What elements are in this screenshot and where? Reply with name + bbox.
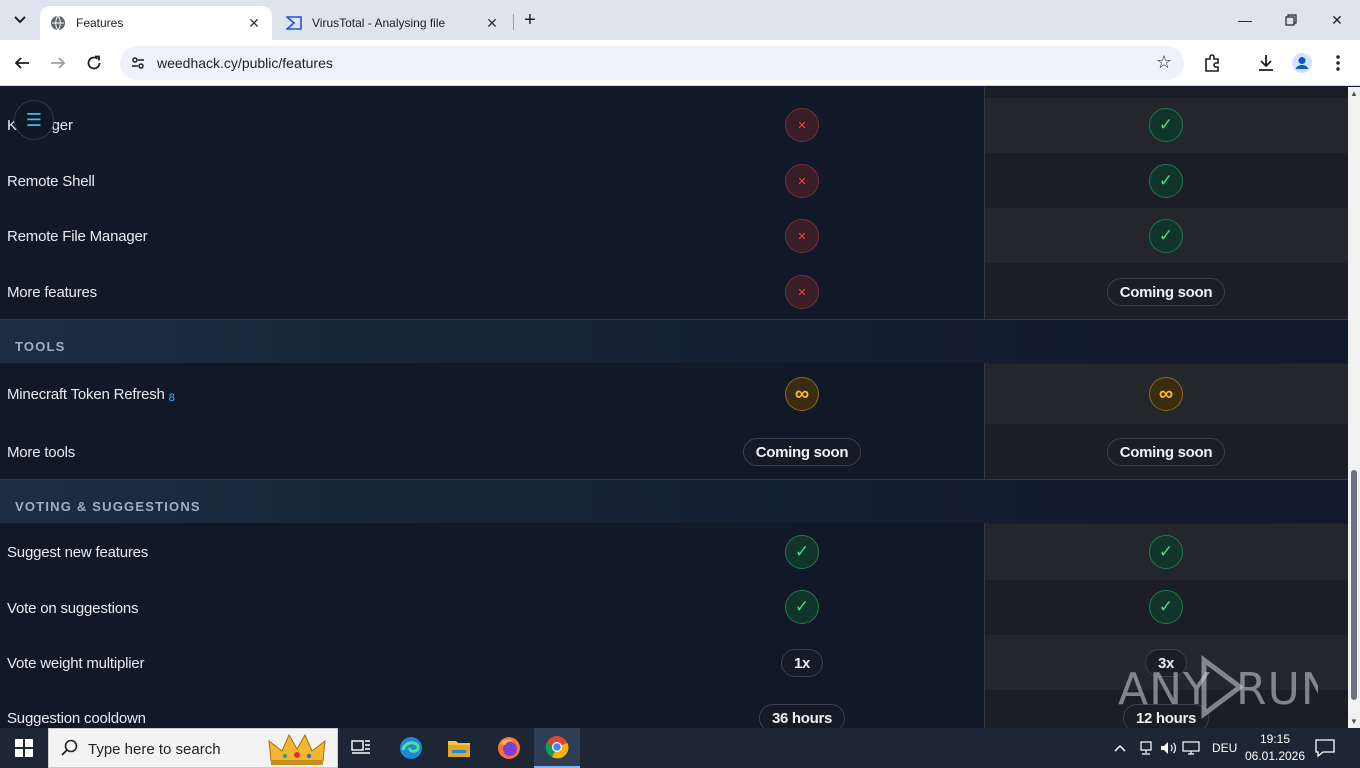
page-scrollbar[interactable]: ▲ ▼ (1348, 87, 1360, 728)
unavailable-x-icon: ✕ (785, 219, 819, 253)
feature-label: Remote Shell (7, 173, 95, 190)
tab-virustotal[interactable]: VirusTotal - Analysing file ✕ (276, 6, 510, 40)
feature-row-suggest-new-features: Suggest new features ✓ ✓ (0, 524, 1348, 580)
back-icon[interactable] (8, 49, 36, 77)
close-window-icon[interactable]: ✕ (1314, 0, 1360, 40)
new-tab-icon[interactable]: + (518, 8, 542, 32)
cooldown-badge: 36 hours (758, 704, 846, 728)
virustotal-icon (286, 15, 302, 31)
clock-date: 06.01.2026 (1244, 749, 1306, 763)
bookmark-star-icon[interactable]: ☆ (1156, 52, 1172, 73)
close-tab-icon[interactable]: ✕ (244, 13, 264, 33)
feature-row-keylogger: Keylogger ✕ ✓ (0, 98, 1348, 153)
feature-label: Suggestion cooldown (7, 710, 146, 727)
available-check-icon: ✓ (1149, 108, 1183, 142)
globe-icon (50, 15, 66, 31)
unavailable-x-icon: ✕ (785, 108, 819, 142)
taskbar-search-box[interactable]: Type here to search (48, 728, 338, 768)
edge-browser-icon[interactable] (388, 728, 434, 768)
reload-icon[interactable] (80, 49, 108, 77)
coming-soon-badge: Coming soon (742, 438, 862, 466)
chrome-icon[interactable] (534, 728, 580, 768)
ethernet-icon[interactable] (1182, 728, 1202, 768)
network-icon[interactable] (1138, 728, 1156, 768)
feature-row-more-features: More features ✕ Coming soon (0, 263, 1348, 319)
available-check-icon: ✓ (785, 535, 819, 569)
download-icon[interactable] (1254, 51, 1278, 75)
address-bar[interactable]: weedhack.cy/public/features ☆ (120, 46, 1184, 80)
url-text: weedhack.cy/public/features (157, 55, 333, 71)
browser-tabstrip: Features ✕ VirusTotal - Analysing file ✕… (0, 0, 1360, 40)
feature-label: Vote weight multiplier (7, 655, 145, 672)
scrollbar-thumb[interactable] (1351, 470, 1357, 700)
system-clock[interactable]: 19:15 06.01.2026 (1238, 731, 1312, 765)
close-tab-icon[interactable]: ✕ (482, 13, 502, 33)
feature-row-vote-on-suggestions: Vote on suggestions ✓ ✓ (0, 580, 1348, 635)
tab-title: Features (76, 16, 124, 30)
available-check-icon: ✓ (1149, 164, 1183, 198)
crown-icon (267, 731, 327, 767)
volume-icon[interactable] (1160, 728, 1178, 768)
hamburger-menu-button[interactable]: ☰ (14, 100, 54, 140)
scroll-up-icon[interactable]: ▲ (1350, 89, 1358, 98)
file-explorer-icon[interactable] (436, 728, 482, 768)
windows-taskbar: Type here to search DEU 19:15 06.01.2026 (0, 728, 1360, 768)
clock-time: 19:15 (1259, 732, 1291, 746)
input-language-indicator[interactable]: DEU (1212, 728, 1238, 768)
scroll-down-icon[interactable]: ▼ (1350, 717, 1358, 726)
browser-toolbar: weedhack.cy/public/features ☆ (0, 40, 1360, 86)
feature-row-minecraft-token-refresh: Minecraft Token Refresh 8 ∞ ∞ (0, 364, 1348, 424)
section-header-voting: VOTING & SUGGESTIONS (0, 479, 1348, 523)
coming-soon-badge: Coming soon (1106, 278, 1226, 306)
show-hidden-icons-chevron[interactable] (1114, 728, 1130, 768)
available-check-icon: ✓ (1149, 535, 1183, 569)
feature-label: More features (7, 284, 97, 301)
tab-title: VirusTotal - Analysing file (312, 16, 446, 30)
forward-icon[interactable] (44, 49, 72, 77)
feature-note-badge[interactable]: 8 (169, 392, 175, 404)
section-title: VOTING & SUGGESTIONS (15, 499, 201, 514)
menu-kebab-icon[interactable] (1326, 51, 1350, 75)
feature-label: Vote on suggestions (7, 600, 139, 617)
tab-separator (513, 14, 514, 30)
svg-text:RUN: RUN (1236, 664, 1318, 715)
profile-avatar-icon[interactable] (1290, 51, 1314, 75)
unlimited-infinity-icon: ∞ (1149, 377, 1183, 411)
section-header-tools: TOOLS (0, 319, 1348, 363)
anyrun-watermark-logo: ANY RUN (1118, 652, 1318, 722)
unavailable-x-icon: ✕ (785, 164, 819, 198)
section-title: TOOLS (15, 339, 66, 354)
feature-row-remote-file-manager: Remote File Manager ✕ ✓ (0, 208, 1348, 263)
search-icon (61, 739, 79, 762)
task-view-icon[interactable] (338, 728, 384, 768)
tab-features[interactable]: Features ✕ (40, 6, 272, 40)
features-page: Keylogger ✕ ✓ Remote Shell ✕ ✓ Remote Fi… (0, 87, 1348, 728)
site-info-icon[interactable] (130, 55, 146, 71)
available-check-icon: ✓ (1149, 219, 1183, 253)
notification-center-icon[interactable] (1314, 738, 1338, 758)
feature-label: Minecraft Token Refresh (7, 386, 165, 403)
multiplier-badge: 1x (780, 649, 824, 677)
available-check-icon: ✓ (1149, 590, 1183, 624)
unavailable-x-icon: ✕ (785, 275, 819, 309)
tab-search-dropdown-icon[interactable] (8, 8, 32, 32)
feature-row-more-tools: More tools Coming soon Coming soon (0, 424, 1348, 479)
feature-label: More tools (7, 444, 76, 461)
minimize-icon[interactable]: — (1222, 0, 1268, 40)
feature-label: Remote File Manager (7, 228, 148, 245)
unlimited-infinity-icon: ∞ (785, 377, 819, 411)
svg-text:ANY: ANY (1118, 664, 1211, 715)
search-placeholder: Type here to search (88, 741, 221, 758)
available-check-icon: ✓ (785, 590, 819, 624)
feature-label: Suggest new features (7, 544, 149, 561)
extensions-icon[interactable] (1200, 51, 1224, 75)
firefox-icon[interactable] (486, 728, 532, 768)
coming-soon-badge: Coming soon (1106, 438, 1226, 466)
feature-row-remote-shell: Remote Shell ✕ ✓ (0, 153, 1348, 208)
maximize-icon[interactable] (1268, 0, 1314, 40)
windows-start-icon[interactable] (0, 728, 48, 768)
